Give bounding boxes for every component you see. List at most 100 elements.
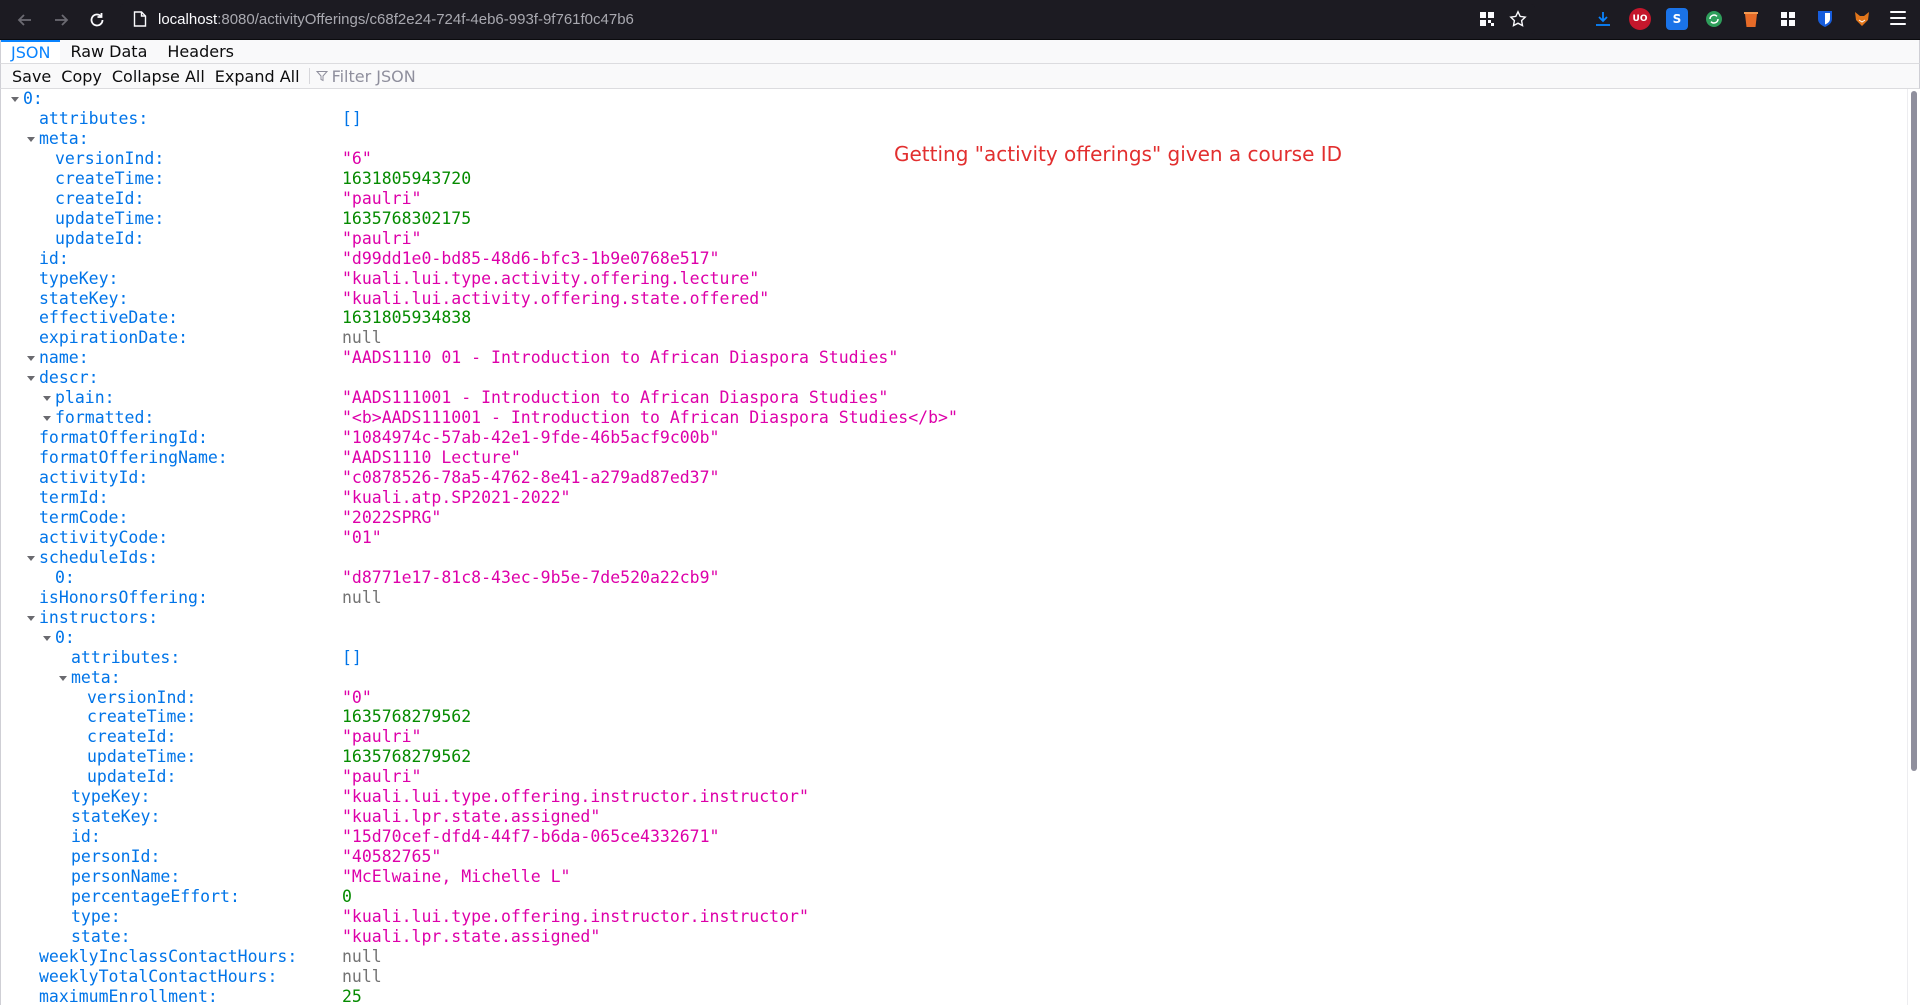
tree-row[interactable]: effectiveDate: 1631805934838 [1,308,1901,328]
tree-row[interactable]: 0: "d8771e17-81c8-43ec-9b5e-7de520a22cb9" [1,568,1901,588]
tree-row[interactable]: updateTime: 1635768279562 [1,747,1901,767]
menu-icon[interactable] [1890,11,1906,25]
expand-toggle-icon[interactable] [57,668,69,688]
tab-json[interactable]: JSON [1,40,61,63]
bookmark-star-icon[interactable] [1509,10,1527,32]
tree-row[interactable]: instructors: [1,608,1901,628]
tree-row[interactable]: type: "kuali.lui.type.offering.instructor… [1,907,1901,927]
tree-value: 1635768302175 [342,208,472,228]
tree-row[interactable]: personName: "McElwaine, Michelle L" [1,867,1901,887]
tree-key: termId: [39,488,109,507]
tree-row[interactable]: typeKey: "kuali.lui.type.activity.offerin… [1,269,1901,289]
tree-row[interactable]: meta: [1,668,1901,688]
tree-value: null [342,328,382,348]
downloads-icon[interactable] [1592,8,1614,30]
tree-row[interactable]: activityCode: "01" [1,528,1901,548]
filter-icon [315,71,328,82]
tree-value: null [342,946,382,966]
tree-row[interactable]: attributes: [] [1,109,1901,129]
tree-row[interactable]: maximumEnrollment: 25 [1,987,1901,1005]
tree-row[interactable]: descr: [1,368,1901,388]
copy-button[interactable]: Copy [56,67,107,86]
back-arrow-icon[interactable] [11,6,39,34]
tree-key: stateKey: [39,288,129,308]
tree-key: versionInd: [87,687,197,707]
tree-row[interactable]: createTime: 1635768279562 [1,707,1901,727]
tree-row[interactable]: percentageEffort: 0 [1,887,1901,907]
expand-toggle-icon[interactable] [9,89,21,109]
expand-toggle-icon[interactable] [41,628,53,648]
collapse-all-button[interactable]: Collapse All [107,67,210,86]
tree-row[interactable]: personId: "40582765" [1,847,1901,867]
tree-key: updateId: [55,228,145,248]
tree-key: type: [71,906,121,926]
expand-toggle-icon[interactable] [25,368,37,388]
tree-row[interactable]: weeklyInclassContactHours: null [1,947,1901,967]
expand-toggle-icon[interactable] [41,408,53,428]
expand-toggle-icon[interactable] [25,348,37,368]
tree-row[interactable]: formatOfferingId: "1084974c-57ab-42e1-9fd… [1,428,1901,448]
tree-key: 0: [55,627,75,647]
scrollbar-thumb[interactable] [1911,91,1917,771]
tree-row[interactable]: updateId: "paulri" [1,767,1901,787]
tree-key: stateKey: [71,807,161,827]
tree-key: createTime: [87,707,197,727]
bucket-extension-icon[interactable] [1740,8,1762,30]
page-icon [132,11,148,27]
tree-row[interactable]: formatted: "<b>AADS111001 - Introduction … [1,408,1901,428]
expand-toggle-icon[interactable] [41,388,53,408]
tree-row[interactable]: typeKey: "kuali.lui.type.offering.instruc… [1,787,1901,807]
scrollbar[interactable] [1907,89,1920,1005]
tab-raw-data[interactable]: Raw Data [60,40,157,63]
tree-row[interactable]: stateKey: "kuali.lpr.state.assigned" [1,807,1901,827]
tree-value: "kuali.lpr.state.assigned" [342,926,601,946]
tree-row[interactable]: createId: "paulri" [1,189,1901,209]
tree-key: weeklyInclassContactHours: [39,946,298,966]
tree-row[interactable]: name: "AADS1110 01 - Introduction to Afri… [1,348,1901,368]
tree-key: isHonorsOffering: [39,587,208,607]
save-button[interactable]: Save [1,67,56,86]
fox-extension-icon[interactable] [1851,8,1873,30]
tree-row[interactable]: versionInd: "0" [1,688,1901,708]
tree-row[interactable]: state: "kuali.lpr.state.assigned" [1,927,1901,947]
tree-row[interactable]: id: "d99dd1e0-bd85-48d6-bfc3-1b9e0768e517… [1,249,1901,269]
url-host: localhost [158,10,218,28]
expand-toggle-icon[interactable] [25,129,37,149]
tree-key: formatOfferingName: [39,448,228,468]
tree-key: meta: [71,667,121,687]
tree-row[interactable]: termId: "kuali.atp.SP2021-2022" [1,488,1901,508]
expand-toggle-icon[interactable] [25,548,37,568]
tree-row[interactable]: weeklyTotalContactHours: null [1,967,1901,987]
tree-row[interactable]: createTime: 1631805943720 [1,169,1901,189]
tree-row[interactable]: 0: [1,628,1901,648]
tree-row[interactable]: id: "15d70cef-dfd4-44f7-b6da-065ce4332671… [1,827,1901,847]
tree-row[interactable]: formatOfferingName: "AADS1110 Lecture" [1,448,1901,468]
url-bar[interactable]: localhost:8080/activityOfferings/c68f2e2… [120,4,1535,34]
forward-arrow-icon[interactable] [47,6,75,34]
tree-value: "kuali.lui.type.offering.instructor.inst… [342,787,809,807]
tree-row[interactable]: 0: [1,89,1901,109]
tree-row[interactable]: termCode: "2022SPRG" [1,508,1901,528]
s-extension-icon[interactable]: S [1666,8,1688,30]
url-path: :8080/activityOfferings/c68f2e24-724f-4e… [217,10,634,28]
tree-row[interactable]: activityId: "c0878526-78a5-4762-8e41-a279… [1,468,1901,488]
tree-row[interactable]: plain: "AADS111001 - Introduction to Afri… [1,388,1901,408]
tree-row[interactable]: isHonorsOffering: null [1,588,1901,608]
grid-extension-icon[interactable] [1777,8,1799,30]
expand-toggle-icon[interactable] [25,608,37,628]
ublock-icon[interactable]: UO [1629,8,1651,30]
tree-row[interactable]: expirationDate: null [1,328,1901,348]
qr-code-icon[interactable] [1479,11,1495,31]
tree-row[interactable]: updateTime: 1635768302175 [1,209,1901,229]
bitwarden-icon[interactable] [1814,8,1836,30]
filter-json-input[interactable]: Filter JSON [315,67,416,86]
tree-row[interactable]: createId: "paulri" [1,727,1901,747]
tree-row[interactable]: updateId: "paulri" [1,229,1901,249]
expand-all-button[interactable]: Expand All [210,67,305,86]
refresh-extension-icon[interactable] [1703,8,1725,30]
tree-row[interactable]: attributes: [] [1,648,1901,668]
tree-row[interactable]: stateKey: "kuali.lui.activity.offering.st… [1,289,1901,309]
reload-icon[interactable] [83,6,111,34]
tab-headers[interactable]: Headers [157,40,244,63]
tree-row[interactable]: scheduleIds: [1,548,1901,568]
